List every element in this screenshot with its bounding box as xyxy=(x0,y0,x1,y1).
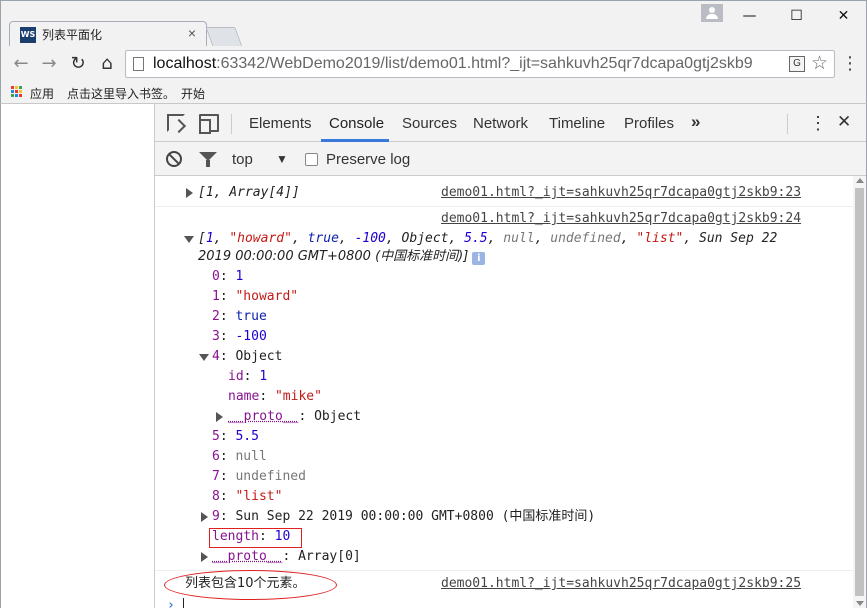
collapse-triangle-icon[interactable] xyxy=(184,236,194,243)
array-item: 5: 5.5 xyxy=(212,429,259,444)
devtools-menu-icon[interactable]: ⋮ xyxy=(809,113,827,134)
array-item: 6: null xyxy=(212,449,267,464)
array-summary-line1[interactable]: [1, "howard", true, -100, Object, 5.5, n… xyxy=(198,230,777,248)
devtools-tabbar: Elements Console Sources Network Timelin… xyxy=(155,104,866,142)
object-proto[interactable]: __proto__: Object xyxy=(228,408,361,426)
tab-title: 列表平面化 xyxy=(42,28,103,42)
close-window-button[interactable]: ✕ xyxy=(821,1,866,31)
inspect-element-icon[interactable] xyxy=(167,114,185,132)
minimize-button[interactable]: — xyxy=(727,1,772,31)
clear-console-icon[interactable] xyxy=(166,151,182,167)
collapse-triangle-icon[interactable] xyxy=(199,354,209,361)
bookmarks-bar: 应用 点击这里导入书签。 开始 xyxy=(0,82,867,104)
expand-triangle-icon[interactable] xyxy=(201,552,208,562)
webstorm-favicon-icon: WS xyxy=(20,27,36,43)
array-item: 3: -100 xyxy=(212,329,267,344)
maximize-button[interactable]: ☐ xyxy=(774,1,819,31)
info-icon[interactable]: i xyxy=(472,252,486,265)
array-item-object[interactable]: 4: Object xyxy=(212,348,282,366)
bookmark-star-icon[interactable]: ☆ xyxy=(811,52,828,75)
browser-toolbar: ← → ↻ ⌂ localhost:63342/WebDemo2019/list… xyxy=(0,46,867,82)
expand-triangle-icon[interactable] xyxy=(201,512,208,522)
tab-timeline[interactable]: Timeline xyxy=(549,115,605,132)
user-profile-icon[interactable] xyxy=(701,4,723,22)
preserve-log-label[interactable]: Preserve log xyxy=(326,151,410,168)
back-arrow-icon[interactable]: ← xyxy=(9,52,33,76)
filter-icon[interactable] xyxy=(199,152,217,167)
array-item: 2: true xyxy=(212,309,267,324)
home-icon[interactable]: ⌂ xyxy=(95,52,119,76)
scroll-thumb[interactable] xyxy=(855,188,864,596)
array-item: 7: undefined xyxy=(212,469,306,484)
highlight-ellipse xyxy=(164,570,337,600)
address-bar[interactable]: localhost:63342/WebDemo2019/list/demo01.… xyxy=(125,50,835,78)
array-summary-line2: 2019 00:00:00 GMT+0800 (中国标准时间)] i xyxy=(198,248,486,266)
more-tabs-icon[interactable]: » xyxy=(691,112,701,132)
toolbar-divider xyxy=(787,114,788,134)
url-text[interactable]: localhost:63342/WebDemo2019/list/demo01.… xyxy=(153,55,785,73)
highlight-box xyxy=(209,528,302,548)
chevron-down-icon[interactable]: ▼ xyxy=(276,152,288,166)
tab-profiles[interactable]: Profiles xyxy=(624,115,674,132)
tab-sources[interactable]: Sources xyxy=(402,115,457,132)
array-proto[interactable]: __proto__: Array[0] xyxy=(212,548,361,566)
log-divider xyxy=(155,206,853,207)
tab-network[interactable]: Network xyxy=(473,115,528,132)
device-mode-icon[interactable] xyxy=(199,114,219,134)
new-tab-button[interactable] xyxy=(205,27,243,47)
console-filterbar: top ▼ Preserve log xyxy=(155,142,866,176)
expand-triangle-icon[interactable] xyxy=(216,412,223,422)
context-select[interactable]: top xyxy=(232,151,253,168)
console-prompt-icon: › xyxy=(167,598,175,608)
tab-close-icon[interactable]: × xyxy=(188,25,196,41)
bookmark-apps[interactable]: 应用 xyxy=(30,85,54,102)
log-source-link[interactable]: demo01.html?_ijt=sahkuvh25qr7dcapa0gtj2s… xyxy=(441,575,801,593)
console-input[interactable] xyxy=(183,598,184,608)
tab-elements[interactable]: Elements xyxy=(249,115,312,132)
expand-triangle-icon[interactable] xyxy=(186,188,193,198)
browser-menu-icon[interactable]: ⋮ xyxy=(840,52,860,74)
scroll-up-icon[interactable] xyxy=(856,178,864,183)
log-message[interactable]: [1, Array[4]] xyxy=(198,184,300,202)
preserve-log-checkbox[interactable] xyxy=(305,153,318,166)
reload-icon[interactable]: ↻ xyxy=(66,52,90,76)
tab-console[interactable]: Console xyxy=(329,115,384,132)
object-property: id: 1 xyxy=(228,369,268,384)
page-icon xyxy=(133,57,144,71)
array-item: 1: "howard" xyxy=(212,289,299,304)
object-property: name: "mike" xyxy=(228,389,322,404)
toolbar-divider xyxy=(231,114,232,134)
scroll-down-icon[interactable] xyxy=(856,601,864,606)
array-item: 0: 1 xyxy=(212,269,244,284)
console-output: [1, Array[4]] demo01.html?_ijt=sahkuvh25… xyxy=(155,176,853,608)
console-scrollbar[interactable] xyxy=(853,176,866,608)
bookmark-import[interactable]: 点击这里导入书签。 xyxy=(67,85,175,102)
array-item-date[interactable]: 9: Sun Sep 22 2019 00:00:00 GMT+0800 (中国… xyxy=(212,508,595,526)
devtools-close-icon[interactable]: ✕ xyxy=(837,112,851,132)
bookmark-start[interactable]: 开始 xyxy=(181,85,205,102)
devtools-panel: Elements Console Sources Network Timelin… xyxy=(154,104,867,608)
array-item: 8: "list" xyxy=(212,489,283,504)
forward-arrow-icon[interactable]: → xyxy=(37,52,61,76)
translate-icon[interactable]: G xyxy=(789,56,805,72)
log-source-link[interactable]: demo01.html?_ijt=sahkuvh25qr7dcapa0gtj2s… xyxy=(441,184,801,202)
page-viewport xyxy=(0,104,154,608)
log-source-link[interactable]: demo01.html?_ijt=sahkuvh25qr7dcapa0gtj2s… xyxy=(441,210,801,228)
apps-grid-icon[interactable] xyxy=(11,86,23,98)
browser-tab[interactable]: WS 列表平面化 × xyxy=(9,21,207,47)
window-titlebar: WS 列表平面化 × — ☐ ✕ xyxy=(0,0,867,47)
